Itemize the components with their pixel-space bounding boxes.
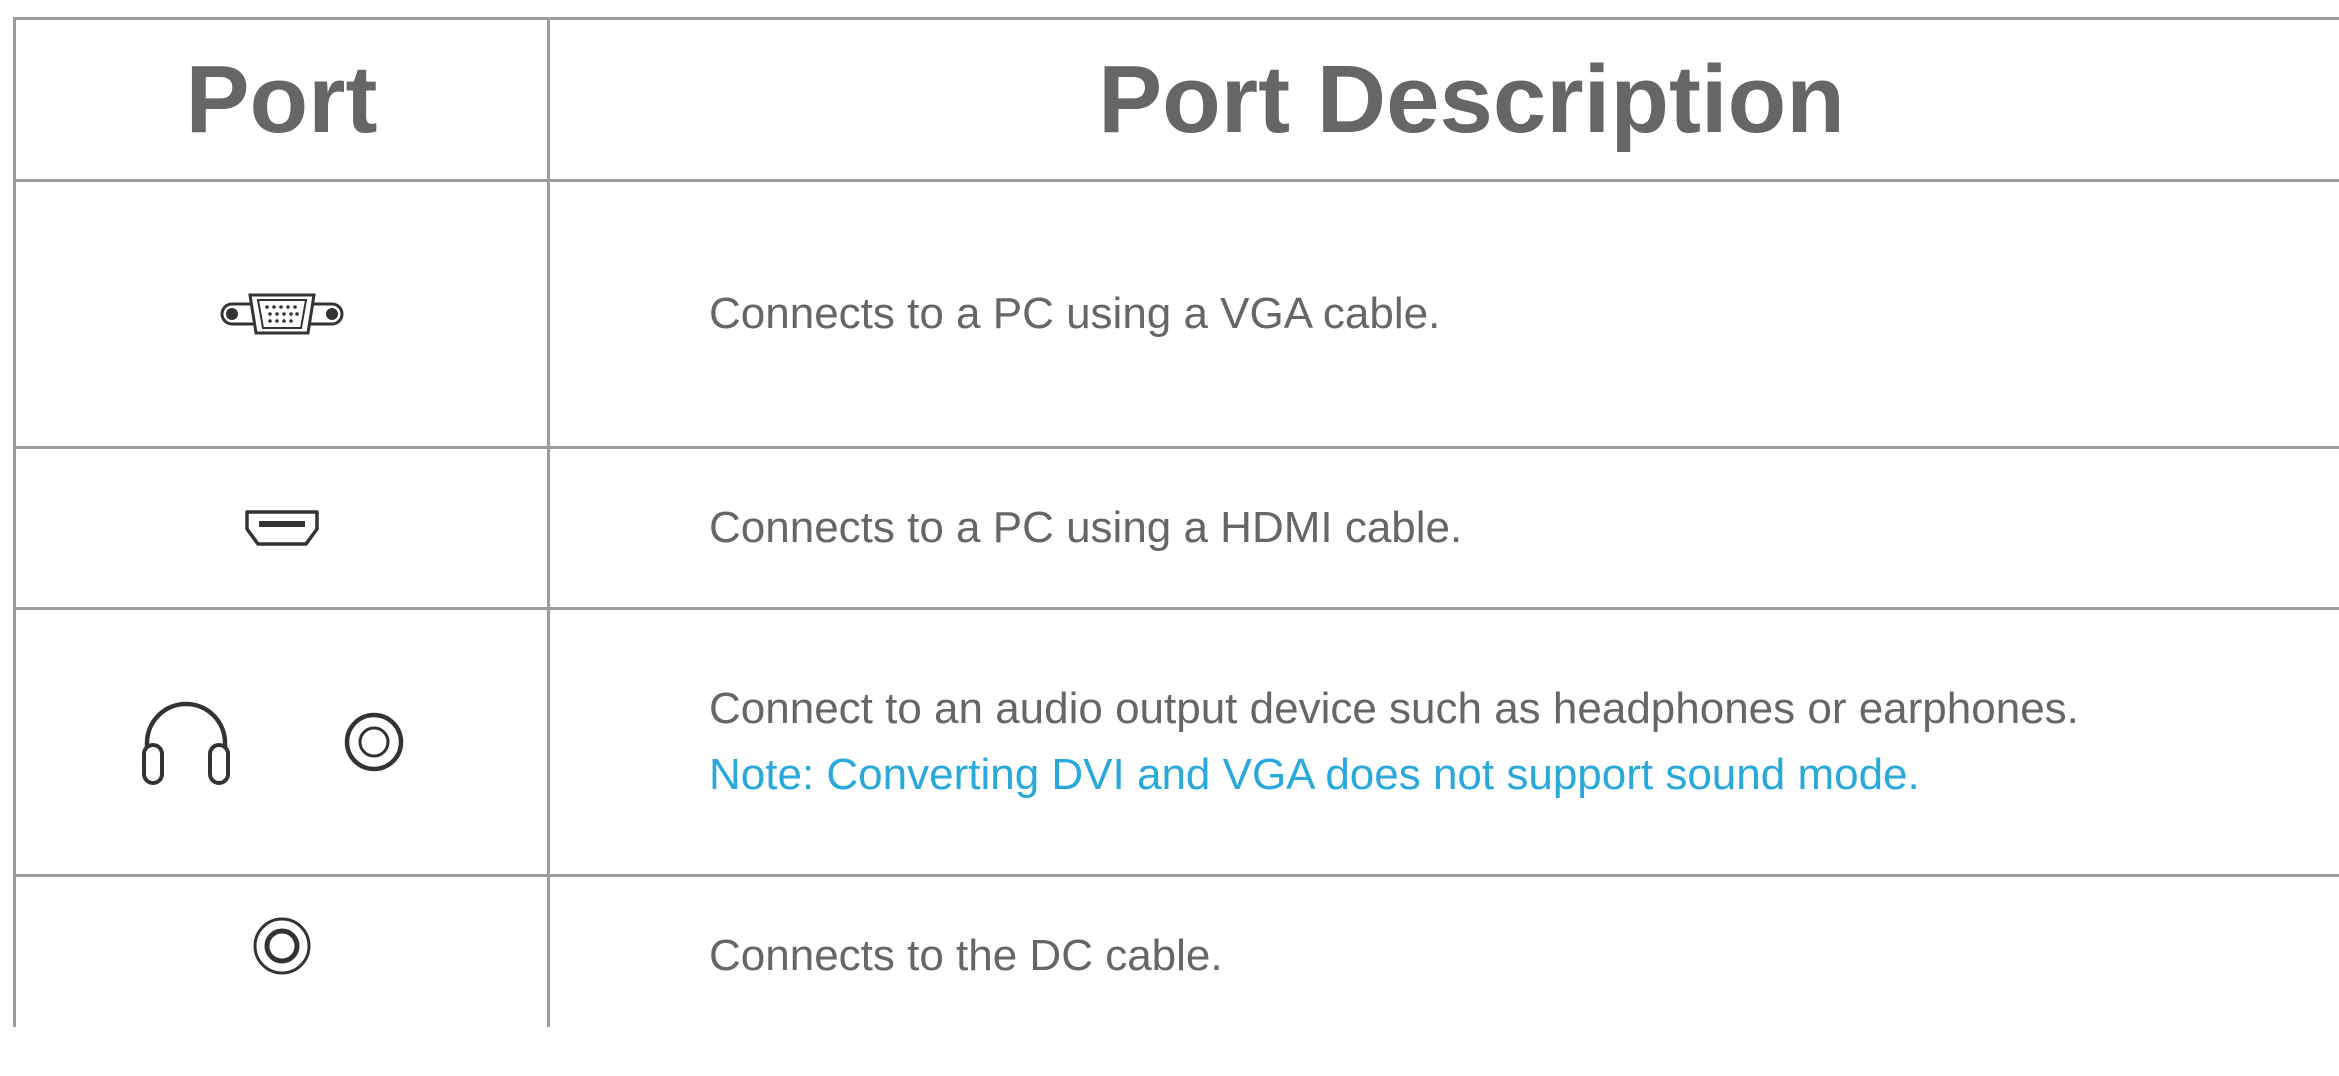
port-description-text: Connects to the DC cable. (709, 931, 1223, 980)
audio-jack-icon (344, 712, 403, 772)
port-icon-cell (16, 877, 547, 1030)
hdmi-port-icon (244, 510, 319, 546)
port-description-text: Connect to an audio output device such a… (709, 684, 2079, 733)
ports-table: Port Port Description Connects to a PC u… (13, 17, 2339, 1027)
table-row-audio: Connect to an audio output device such a… (16, 610, 2339, 877)
header-port-description: Port Description (1098, 45, 1845, 153)
port-description-cell: Connect to an audio output device such a… (709, 610, 2339, 874)
port-description-text: Connects to a PC using a HDMI cable. (709, 503, 1463, 552)
headphones-icon (141, 701, 230, 785)
vga-port-icon (220, 293, 343, 335)
port-note-text: Note: Converting DVI and VGA does not su… (709, 750, 1920, 799)
table-row-dc: Connects to the DC cable. (16, 877, 2339, 1030)
port-icon-cell (16, 449, 547, 607)
table-header-row: Port Port Description (16, 20, 2339, 182)
port-description-text: Connects to a PC using a VGA cable. (709, 289, 1441, 338)
port-icon-cell (16, 610, 547, 874)
port-description-cell: Connects to a PC using a VGA cable. (709, 182, 2339, 446)
port-icon-cell (16, 182, 547, 446)
audio-icons-group (139, 697, 405, 787)
port-description-cell: Connects to the DC cable. (709, 877, 2339, 1076)
table-row-hdmi: Connects to a PC using a HDMI cable. (16, 449, 2339, 610)
header-port: Port (185, 45, 378, 153)
table-row-vga: Connects to a PC using a VGA cable. (16, 182, 2339, 449)
dc-power-port-icon (253, 917, 310, 974)
port-description-cell: Connects to a PC using a HDMI cable. (709, 449, 2339, 607)
